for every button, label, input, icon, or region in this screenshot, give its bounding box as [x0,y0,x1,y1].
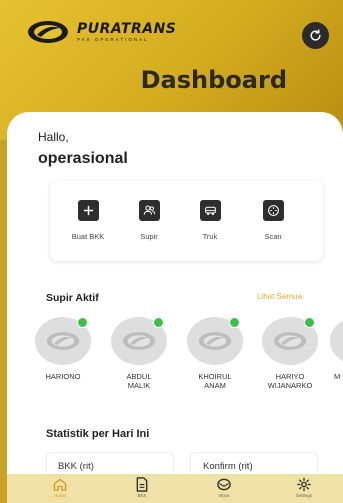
stat-label-bkk: BKK (rit) [58,461,94,472]
driver-card[interactable]: HARIONO [27,317,99,381]
username-text: operasional [38,150,128,167]
users-icon [138,200,160,221]
menu-buat-bkk[interactable]: Buat BKK [60,200,116,241]
logo-icon [28,21,68,43]
menu-label: Buat BKK [71,232,105,241]
nav-label: Inbox [218,493,230,498]
avatar [35,317,91,365]
driver-name: HARIYO WIJANARKO [267,372,313,390]
menu-supir[interactable]: Supir [121,200,177,241]
logo-icon [122,332,156,350]
driver-name: HARIONO [45,372,81,381]
settings-icon [297,477,311,492]
menu-scan[interactable]: Scan [245,200,301,241]
driver-name: KHOIRUL ANAM [198,372,232,390]
menu-label: Truk [202,232,218,241]
page-title: Dashboard [140,66,287,94]
stats-title: Statistik per Hari Ini [46,428,150,440]
nav-home[interactable]: Home [40,477,80,498]
logo-icon [46,332,80,350]
inbox-icon [217,478,231,491]
document-icon [136,477,148,492]
menu-label: Scan [264,232,282,241]
online-status-dot [153,317,164,328]
avatar [187,317,243,365]
driver-card[interactable]: M [330,317,343,381]
online-status-dot [77,317,88,328]
nav-label: BKK [137,493,147,498]
stat-label-konfirm: Konfirm (rit) [203,461,253,472]
home-icon [53,478,67,491]
brand-subtitle: PAS OPERATIONAL [77,36,149,42]
driver-name: ABDUL MALIK [126,372,152,390]
avatar [262,317,318,365]
menu-truk[interactable]: Truk [182,200,238,241]
logo-icon [198,332,232,350]
driver-card[interactable]: KHOIRUL ANAM [179,317,251,390]
driver-name: M [334,372,341,381]
menu-label: Supir [140,232,158,241]
online-status-dot [229,317,240,328]
avatar [111,317,167,365]
greeting-text: Hallo, [38,130,69,144]
nav-inbox[interactable]: Inbox [204,477,244,498]
scan-icon [262,200,284,221]
active-drivers-title: Supir Aktif [46,292,99,304]
nav-label: Settings [295,493,313,498]
plus-icon [77,200,99,221]
nav-settings[interactable]: Settings [284,477,324,498]
brand-logo: PURATRANS PAS OPERATIONAL [27,18,176,46]
avatar [330,317,343,365]
truck-icon [199,200,221,221]
refresh-button[interactable] [302,22,329,49]
nav-label: Home [53,493,66,498]
driver-card[interactable]: HARIYO WIJANARKO [254,317,326,390]
nav-bkk[interactable]: BKK [122,477,162,498]
driver-card[interactable]: ABDUL MALIK [103,317,175,390]
refresh-icon [310,29,321,41]
logo-icon [273,332,307,350]
brand-name: PURATRANS [77,20,177,37]
see-all-link[interactable]: Lihat Semua [257,292,302,301]
online-status-dot [304,317,315,328]
content-sheet [7,112,343,503]
